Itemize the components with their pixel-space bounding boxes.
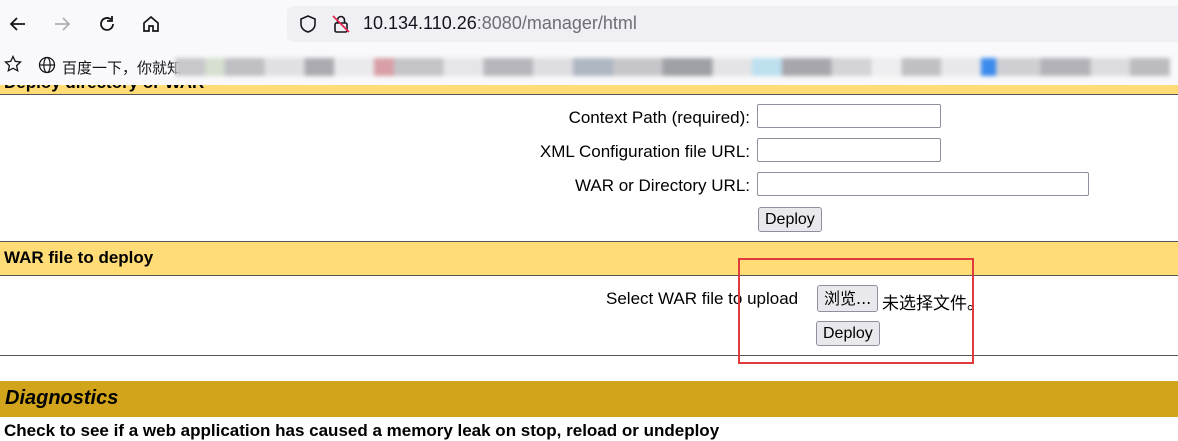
forward-icon[interactable]	[46, 8, 78, 40]
home-icon[interactable]	[135, 8, 167, 40]
context-path-label: Context Path (required):	[568, 108, 750, 127]
divider	[0, 275, 1178, 276]
url-bar[interactable]: 10.134.110.26:8080/manager/html	[287, 6, 1178, 42]
globe-icon[interactable]	[38, 56, 56, 79]
war-directory-input[interactable]	[757, 172, 1089, 196]
deploy-directory-title: Deploy directory or WAR	[4, 85, 204, 93]
deploy-directory-header: Deploy directory or WAR	[0, 85, 1178, 94]
war-upload-header: WAR file to deploy	[0, 242, 1178, 275]
blurred-bookmarks	[175, 58, 1170, 76]
bookmark-baidu[interactable]: 百度一下，你就知	[62, 57, 182, 78]
diagnostics-header: Diagnostics	[0, 381, 1178, 417]
browser-toolbar: 10.134.110.26:8080/manager/html	[0, 0, 1178, 47]
shield-icon[interactable]	[299, 15, 317, 38]
manager-page: Deploy directory or WAR Context Path (re…	[0, 85, 1178, 440]
url-path: :8080/manager/html	[476, 13, 637, 33]
reload-icon[interactable]	[91, 8, 123, 40]
url-text[interactable]: 10.134.110.26:8080/manager/html	[363, 13, 637, 34]
xml-config-input[interactable]	[757, 138, 941, 162]
url-host: 10.134.110.26	[363, 13, 477, 33]
diagnostics-description: Check to see if a web application has ca…	[4, 421, 720, 440]
war-directory-label: WAR or Directory URL:	[574, 176, 750, 195]
divider	[0, 355, 1178, 356]
xml-config-label: XML Configuration file URL:	[539, 142, 750, 161]
context-path-input[interactable]	[757, 104, 941, 128]
divider	[0, 94, 1178, 95]
war-upload-title: WAR file to deploy	[4, 248, 154, 267]
star-icon[interactable]	[4, 54, 22, 78]
diagnostics-title: Diagnostics	[5, 387, 119, 409]
insecure-lock-icon[interactable]	[331, 14, 351, 39]
deploy-directory-button[interactable]: Deploy	[758, 207, 822, 232]
annotation-highlight-box	[738, 258, 974, 364]
bookmarks-bar: 百度一下，你就知	[0, 47, 1178, 85]
back-icon[interactable]	[2, 8, 34, 40]
